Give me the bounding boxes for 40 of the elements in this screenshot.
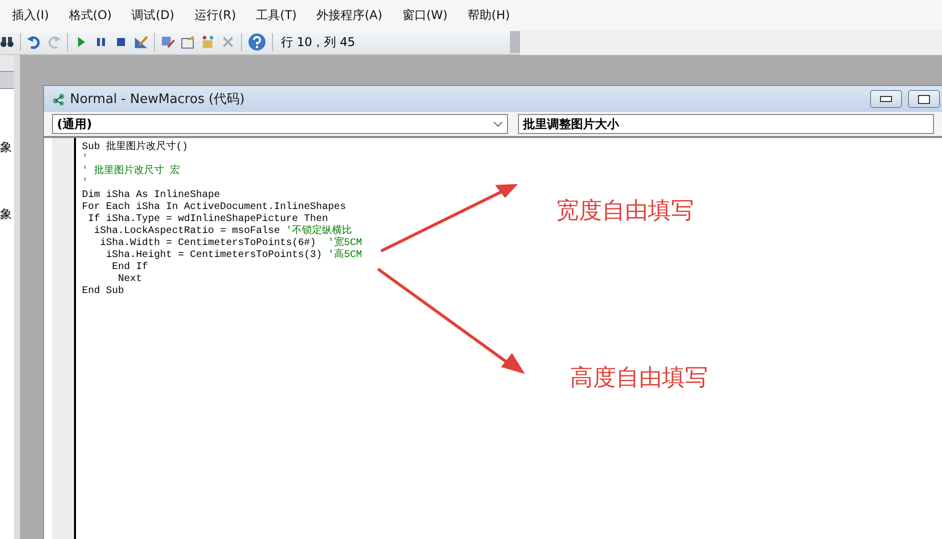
annotation-text: 高度自由填写	[570, 364, 708, 393]
code-comment: '不锁定纵横比	[286, 226, 352, 237]
menu-item[interactable]: 格式(O)	[68, 6, 112, 24]
code-comment: '高5CM	[328, 250, 362, 261]
minimize-button[interactable]	[870, 90, 902, 108]
code-text: Dim iSha As InlineShape	[82, 190, 220, 201]
chevron-down-icon	[493, 120, 503, 128]
code-text: iSha.LockAspectRatio = msoFalse	[93, 226, 282, 237]
code-text: iSha.Height = CentimetersToPoints(3)	[105, 250, 324, 261]
binoculars-icon[interactable]	[0, 35, 14, 49]
code-comment: '	[82, 178, 88, 189]
code-comment: '	[82, 154, 88, 165]
window-title: Normal - NewMacros (代码)	[70, 91, 245, 108]
stop-icon[interactable]	[114, 35, 128, 49]
code-comment: ' 批里图片改尺寸 宏	[82, 166, 180, 177]
menu-item[interactable]: 窗口(W)	[402, 6, 448, 24]
menu-item[interactable]: 插入(I)	[12, 6, 49, 24]
maximize-button[interactable]	[908, 90, 940, 108]
tree-item[interactable]: 象	[0, 139, 14, 156]
procedure-dropdown[interactable]: 批里调整图片大小	[518, 114, 934, 134]
code-text: Sub 批里图片改尺寸()	[82, 142, 188, 153]
object-dropdown[interactable]: (通用)	[52, 114, 508, 134]
code-text: For Each iSha In ActiveDocument.InlineShapes	[82, 202, 346, 213]
tree-item[interactable]: 象	[0, 206, 14, 223]
code-comment: '宽5CM	[328, 238, 362, 249]
pause-icon[interactable]	[94, 35, 108, 49]
menu-item[interactable]: 工具(T)	[256, 6, 297, 24]
cursor-position: 行 10，列 45	[281, 34, 356, 50]
undo-icon[interactable]	[27, 35, 41, 49]
menu-item[interactable]: 调试(D)	[132, 6, 174, 24]
menu-item[interactable]: 外接程序(A)	[316, 6, 382, 24]
code-text: End If	[111, 262, 148, 273]
code-text: iSha.Width = CentimetersToPoints(6#)	[99, 238, 318, 249]
code-text: End Sub	[82, 286, 124, 297]
help-icon[interactable]	[248, 33, 266, 51]
annotation-text: 宽度自由填写	[556, 197, 694, 226]
code-text: If iSha.Type = wdInlineShapePicture Then	[87, 214, 328, 225]
code-text: Next	[117, 274, 142, 285]
menu-item[interactable]: 运行(R)	[194, 6, 236, 24]
menu-item[interactable]: 帮助(H)	[468, 6, 510, 24]
